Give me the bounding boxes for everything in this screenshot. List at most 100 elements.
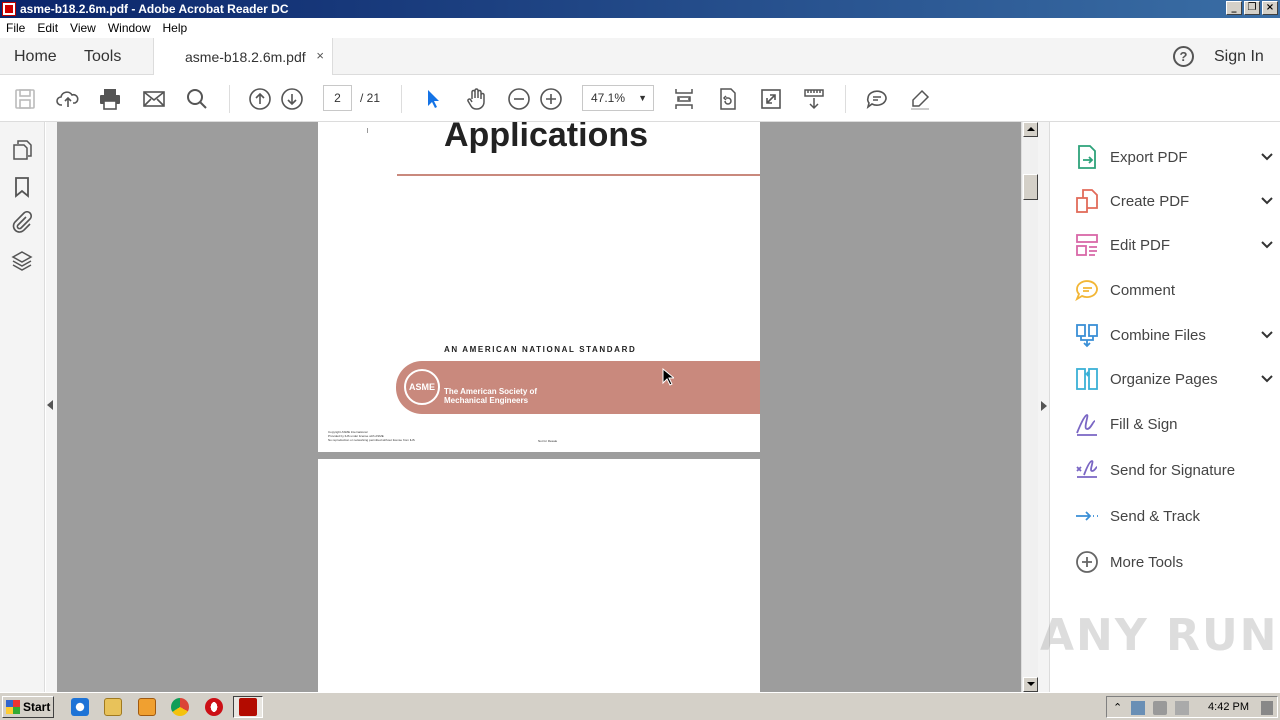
publisher-name: The American Society of Mechanical Engin… <box>444 387 537 405</box>
select-cursor-icon[interactable] <box>421 87 445 111</box>
tool-send-for-signature[interactable]: Send for Signature <box>1074 456 1274 484</box>
media-player-icon[interactable] <box>138 698 156 716</box>
menu-help[interactable]: Help <box>157 21 194 35</box>
pdf-page: Applications AN AMERICAN NATIONAL STANDA… <box>318 122 760 452</box>
collapse-left-pane[interactable] <box>46 122 57 692</box>
document-viewer[interactable]: Applications AN AMERICAN NATIONAL STANDA… <box>57 122 1021 692</box>
fine-print-line: No reproduction or networking permitted … <box>328 438 415 442</box>
highlight-pen-icon[interactable] <box>908 87 932 111</box>
mouse-cursor-icon <box>662 368 674 386</box>
fit-page-icon[interactable] <box>672 87 696 111</box>
create-pdf-icon <box>1074 188 1100 214</box>
zoom-level-value: 47.1% <box>591 91 626 105</box>
more-tools-icon <box>1074 549 1100 575</box>
chevron-down-icon[interactable] <box>1260 372 1274 386</box>
internet-explorer-icon[interactable] <box>71 698 89 716</box>
zoom-in-icon[interactable] <box>539 87 563 111</box>
windows-logo-icon <box>6 700 20 714</box>
scroll-thumb[interactable] <box>1023 174 1038 200</box>
taskbar-acrobat-item[interactable] <box>233 696 263 718</box>
page-total: / 21 <box>360 91 381 105</box>
tool-label: Edit PDF <box>1110 236 1171 254</box>
send-signature-icon <box>1074 457 1100 483</box>
chevron-down-icon[interactable] <box>1260 328 1274 342</box>
email-icon[interactable] <box>142 87 166 111</box>
start-button[interactable]: Start <box>2 696 54 718</box>
tab-home[interactable]: Home <box>14 48 57 66</box>
layers-icon[interactable] <box>11 250 33 272</box>
rotate-icon[interactable] <box>716 87 740 111</box>
tool-edit-pdf[interactable]: Edit PDF <box>1074 231 1274 259</box>
tool-send-track[interactable]: Send & Track <box>1074 502 1274 530</box>
save-icon[interactable] <box>13 87 37 111</box>
next-page-icon[interactable] <box>280 87 304 111</box>
tool-label: Organize Pages <box>1110 370 1218 388</box>
chrome-icon[interactable] <box>171 698 189 716</box>
minimize-button[interactable]: _ <box>1226 1 1242 15</box>
tool-organize-pages[interactable]: Organize Pages <box>1074 365 1274 393</box>
menu-bar: File Edit View Window Help <box>0 18 1280 38</box>
close-tab-icon[interactable]: × <box>316 48 324 63</box>
vertical-scrollbar[interactable] <box>1021 122 1038 692</box>
tab-tools[interactable]: Tools <box>84 48 121 66</box>
comment-icon[interactable] <box>865 87 889 111</box>
scroll-mode-icon[interactable] <box>802 87 826 111</box>
main-toolbar: 2 / 21 47.1% ▼ <box>0 75 1280 122</box>
page-number-input[interactable]: 2 <box>323 85 352 111</box>
opera-icon[interactable] <box>205 698 223 716</box>
arrow-right-icon <box>1041 401 1047 411</box>
menu-view[interactable]: View <box>64 21 102 35</box>
bookmark-icon[interactable] <box>11 176 33 198</box>
chevron-down-icon[interactable] <box>1260 150 1274 164</box>
print-icon[interactable] <box>98 87 122 111</box>
attachment-icon[interactable] <box>11 210 33 233</box>
close-window-button[interactable]: × <box>1262 1 1278 15</box>
full-screen-icon[interactable] <box>759 87 783 111</box>
chevron-down-icon[interactable] <box>1260 194 1274 208</box>
export-pdf-icon <box>1074 144 1100 170</box>
restore-button[interactable]: ❐ <box>1244 1 1260 15</box>
zoom-out-icon[interactable] <box>507 87 531 111</box>
tray-expand-icon[interactable]: ⌃ <box>1113 701 1127 715</box>
fill-sign-icon <box>1074 411 1100 437</box>
search-icon[interactable] <box>185 87 209 111</box>
scroll-down-button[interactable] <box>1023 677 1038 692</box>
menu-file[interactable]: File <box>0 21 31 35</box>
network-icon[interactable] <box>1131 701 1145 715</box>
upload-cloud-icon[interactable] <box>56 87 80 111</box>
show-desktop-icon[interactable] <box>1261 701 1273 715</box>
menu-window[interactable]: Window <box>102 21 157 35</box>
tool-comment[interactable]: Comment <box>1074 276 1274 304</box>
organize-pages-icon <box>1074 366 1100 392</box>
scroll-up-button[interactable] <box>1023 122 1038 137</box>
folder-icon[interactable] <box>104 698 122 716</box>
edit-pdf-icon <box>1074 232 1100 258</box>
hand-icon[interactable] <box>464 87 488 111</box>
tool-label: Send for Signature <box>1110 461 1236 479</box>
chevron-down-icon[interactable] <box>1260 238 1274 252</box>
chevron-down-icon: ▼ <box>638 93 647 103</box>
pages-icon[interactable] <box>11 139 33 161</box>
tool-export-pdf[interactable]: Export PDF <box>1074 143 1274 171</box>
tool-fill-sign[interactable]: Fill & Sign <box>1074 410 1274 438</box>
copyright-fine-print: Copyright ASME International Provided by… <box>328 430 415 442</box>
tool-combine-files[interactable]: Combine Files <box>1074 321 1274 349</box>
document-tab-label: asme-b18.2.6m.pdf <box>185 48 306 65</box>
tool-create-pdf[interactable]: Create PDF <box>1074 187 1274 215</box>
menu-edit[interactable]: Edit <box>31 21 64 35</box>
asme-seal-logo: ASME <box>404 369 440 405</box>
volume-icon[interactable] <box>1153 701 1167 715</box>
tool-more-tools[interactable]: More Tools <box>1074 548 1274 576</box>
tool-label: Export PDF <box>1110 148 1188 166</box>
combine-files-icon <box>1074 322 1100 348</box>
sign-in-link[interactable]: Sign In <box>1214 48 1264 66</box>
title-rule <box>397 174 760 176</box>
help-icon[interactable]: ? <box>1173 46 1194 67</box>
collapse-right-pane[interactable] <box>1038 122 1050 692</box>
flag-icon[interactable] <box>1175 701 1189 715</box>
prev-page-icon[interactable] <box>248 87 272 111</box>
left-nav-rail <box>0 122 45 692</box>
tab-document[interactable]: asme-b18.2.6m.pdf × <box>153 38 333 75</box>
standard-line: AN AMERICAN NATIONAL STANDARD <box>444 345 637 354</box>
zoom-level-select[interactable]: 47.1% ▼ <box>582 85 654 111</box>
